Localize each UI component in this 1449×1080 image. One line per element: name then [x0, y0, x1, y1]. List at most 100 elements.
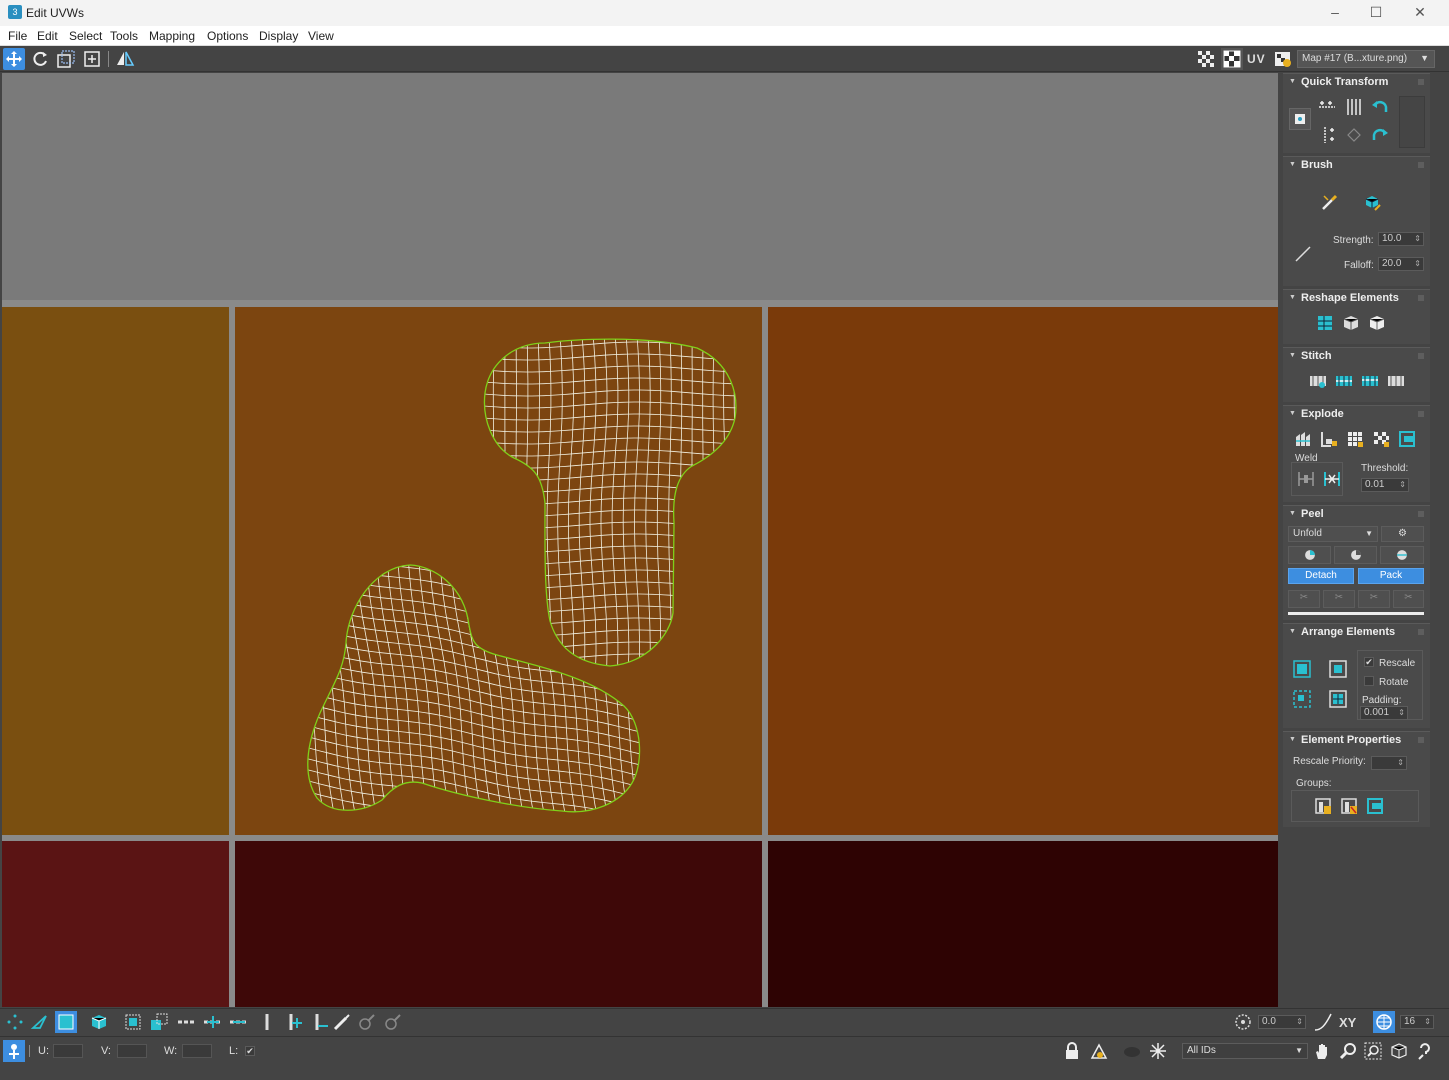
seam-edge-button[interactable]: ✂ — [1323, 590, 1355, 608]
pack-custom-icon[interactable] — [1291, 658, 1313, 680]
pack-recenter-icon[interactable] — [1327, 688, 1349, 710]
rotate-icon[interactable] — [29, 48, 51, 70]
rotate-ccw-icon[interactable] — [1369, 96, 1391, 118]
rollout-title[interactable]: Arrange Elements — [1283, 624, 1430, 640]
menu-mapping[interactable]: Mapping — [149, 29, 195, 43]
shrink-ring-icon[interactable] — [308, 1011, 330, 1033]
menu-view[interactable]: View — [308, 29, 334, 43]
ungroup-selected-icon[interactable] — [1338, 795, 1360, 817]
pack-button[interactable]: Pack — [1358, 568, 1424, 584]
break-by-seam-icon[interactable] — [1370, 428, 1392, 450]
stitch-custom-icon[interactable] — [1307, 370, 1329, 392]
relax-settings-icon[interactable] — [1366, 312, 1388, 334]
pack-together-icon[interactable] — [1327, 658, 1349, 680]
stitch-target-icon[interactable] — [1385, 370, 1407, 392]
mirror-icon[interactable] — [114, 48, 136, 70]
grow-selection-icon[interactable] — [122, 1011, 144, 1033]
settings-map-icon[interactable] — [1272, 48, 1294, 70]
angle-spinner[interactable]: 0.0 — [1258, 1015, 1306, 1029]
brush-falloff-curve-icon[interactable] — [1292, 243, 1314, 265]
shrink-selection-icon[interactable] — [148, 1011, 170, 1033]
strength-spinner[interactable]: 10.0 — [1378, 232, 1424, 246]
rescale-priority-spinner[interactable] — [1371, 756, 1407, 770]
rollout-title[interactable]: Explode — [1283, 406, 1430, 422]
peel-settings-button[interactable]: ⚙ — [1381, 526, 1424, 542]
vertex-select-icon[interactable] — [4, 1011, 26, 1033]
weld-selected-icon[interactable] — [1295, 468, 1317, 490]
menu-tools[interactable]: Tools — [110, 29, 138, 43]
brush-paint-icon[interactable] — [1319, 191, 1341, 213]
pack-normalize-icon[interactable] — [1291, 688, 1313, 710]
menu-options[interactable]: Options — [207, 29, 248, 43]
menu-display[interactable]: Display — [259, 29, 298, 43]
lock-icon[interactable] — [1061, 1040, 1083, 1062]
pelt-map-button[interactable] — [1380, 546, 1424, 564]
seam-clear-button[interactable]: ✂ — [1393, 590, 1424, 608]
zoom-extents-icon[interactable] — [1388, 1040, 1410, 1062]
zoom-icon[interactable] — [1337, 1040, 1359, 1062]
align-vertical-icon[interactable] — [1316, 124, 1338, 146]
rotate-checkbox[interactable] — [1364, 676, 1374, 686]
rollout-title[interactable]: Quick Transform — [1283, 74, 1430, 90]
peel-mode-button[interactable] — [1334, 546, 1377, 564]
unhide-icon[interactable] — [1121, 1040, 1143, 1062]
edge-loop-icon[interactable] — [176, 1011, 198, 1033]
straighten-icon[interactable] — [1314, 312, 1336, 334]
seam-loop-button[interactable]: ✂ — [1358, 590, 1390, 608]
stitch-source-icon[interactable] — [1333, 370, 1355, 392]
edge-ring-icon[interactable] — [256, 1011, 278, 1033]
maximize-button[interactable]: ☐ — [1354, 0, 1398, 26]
align-horizontal-icon[interactable] — [1316, 96, 1338, 118]
uv-viewport[interactable] — [2, 73, 1278, 1007]
l-checkbox[interactable]: ✔ — [245, 1046, 255, 1056]
freeze-icon[interactable] — [1147, 1040, 1169, 1062]
break-by-polygroup-icon[interactable] — [1344, 428, 1366, 450]
scale-icon[interactable] — [55, 48, 77, 70]
checker-map-icon[interactable] — [1221, 48, 1243, 70]
checker-icon[interactable] — [1195, 48, 1217, 70]
flatten-icon[interactable] — [1396, 428, 1418, 450]
rollout-title[interactable]: Peel — [1283, 506, 1430, 522]
rotate-cw-icon[interactable] — [1369, 124, 1391, 146]
group-selected-icon[interactable] — [1312, 795, 1334, 817]
uv-shell-b-border[interactable] — [307, 564, 641, 813]
grow-loop-icon[interactable] — [202, 1011, 224, 1033]
shrink-loop-icon[interactable] — [228, 1011, 250, 1033]
zoom-region-icon[interactable] — [1362, 1040, 1384, 1062]
rollout-title[interactable]: Element Properties — [1283, 732, 1430, 748]
close-button[interactable]: ✕ — [1398, 0, 1442, 26]
threshold-spinner[interactable]: 0.01 — [1361, 478, 1409, 492]
panel-scrollbar[interactable] — [1432, 73, 1449, 1007]
rescale-checkbox[interactable]: ✔ — [1364, 657, 1374, 667]
paint-grow-icon[interactable] — [356, 1011, 378, 1033]
padding-spinner[interactable]: 0.001 — [1360, 706, 1408, 720]
menu-file[interactable]: File — [8, 29, 27, 43]
falloff-spinner[interactable]: 20.0 — [1378, 257, 1424, 271]
grow-ring-icon[interactable] — [282, 1011, 304, 1033]
soft-selection-icon[interactable] — [1312, 1011, 1334, 1033]
rollout-title[interactable]: Stitch — [1283, 348, 1430, 364]
w-field[interactable] — [182, 1044, 212, 1058]
grid-snap-icon[interactable] — [1373, 1011, 1395, 1033]
edge-select-icon[interactable] — [29, 1011, 51, 1033]
minimize-button[interactable]: – — [1313, 0, 1357, 26]
rollout-title[interactable]: Brush — [1283, 157, 1430, 173]
stitch-average-icon[interactable] — [1359, 370, 1381, 392]
u-field[interactable] — [53, 1044, 83, 1058]
peel-mode-select[interactable]: Unfold ▼ — [1288, 526, 1378, 542]
space-vertical-icon[interactable] — [1343, 96, 1365, 118]
xy-label[interactable]: XY — [1339, 1015, 1356, 1030]
angle-snap-icon[interactable] — [1232, 1011, 1254, 1033]
rollout-title[interactable]: Reshape Elements — [1283, 290, 1430, 306]
hide-icon[interactable] — [1088, 1040, 1110, 1062]
polygon-select-icon[interactable] — [55, 1011, 77, 1033]
brush-relax-icon[interactable] — [1361, 191, 1383, 213]
element-select-icon[interactable] — [88, 1011, 110, 1033]
relax-icon[interactable] — [1340, 312, 1362, 334]
grid-spinner[interactable]: 16 — [1400, 1015, 1434, 1029]
weld-all-icon[interactable] — [1321, 468, 1343, 490]
break-by-smoothing-icon[interactable] — [1292, 428, 1314, 450]
paint-shrink-icon[interactable] — [382, 1011, 404, 1033]
help-icon[interactable] — [1414, 1040, 1436, 1062]
transform-type-icon[interactable] — [3, 1040, 25, 1062]
